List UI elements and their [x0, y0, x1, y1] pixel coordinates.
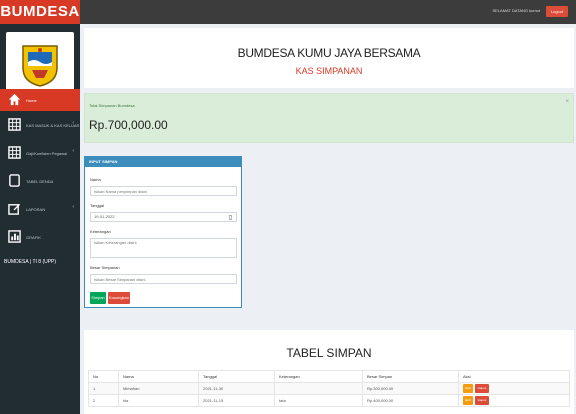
table-title: TABEL SIMPAN: [286, 346, 372, 360]
total-simpanan-alert: Total Simpanan Bumdesa Rp.700,000.00 ×: [84, 93, 574, 143]
total-value: Rp.700,000.00: [89, 118, 168, 132]
tabel-simpan-section: TABEL SIMPAN No Nama Tanggal Keterangan …: [84, 330, 574, 414]
sidebar-item-label: GRAFIK: [26, 235, 41, 240]
delete-button[interactable]: Hapus: [475, 396, 489, 405]
edit-icon: [8, 203, 21, 215]
cell-keterangan: [274, 382, 363, 395]
input-simpan-form: INPUT SIMPAN Nama Tanggal 19-01-2022 ▯ K…: [84, 156, 242, 308]
cell-tanggal: 2021-11-30: [198, 382, 275, 395]
logout-button[interactable]: Logout: [546, 6, 568, 17]
table-header-row: No Nama Tanggal Keterangan Besar Simpan …: [88, 370, 570, 383]
total-label: Total Simpanan Bumdesa: [89, 103, 135, 108]
besar-label: Besar Simpanan: [90, 265, 120, 270]
simpan-button[interactable]: Simpan: [90, 292, 106, 304]
cell-aksi: Edit Hapus: [458, 394, 570, 407]
cell-no: 2: [88, 394, 119, 407]
keterangan-label: Keterangan: [90, 229, 111, 234]
sidebar-item-label: TABEL DENDA: [26, 179, 54, 184]
column-header: Aksi: [458, 370, 570, 383]
sidebar-item-label: Gaji/Koefisien Pegawai: [26, 151, 68, 156]
cell-no: 1: [88, 382, 119, 395]
cell-nama: Mimahan: [118, 382, 199, 395]
nama-input[interactable]: [90, 186, 237, 196]
sidebar-item-kas[interactable]: KAS MASUK & KAS KELUAR ‹: [0, 114, 80, 136]
tanggal-label: Tanggal: [90, 203, 105, 208]
tanggal-value: 19-01-2022: [94, 214, 115, 219]
delete-button[interactable]: Hapus: [475, 384, 489, 393]
cell-keterangan: tata: [274, 394, 363, 407]
sidebar-item-label: Home: [26, 98, 37, 103]
sidebar-item-grafik[interactable]: GRAFIK: [0, 226, 80, 248]
keterangan-textarea[interactable]: [90, 238, 237, 258]
emblem-icon: [22, 45, 58, 87]
form-title: INPUT SIMPAN: [85, 157, 241, 167]
sidebar-item-denda[interactable]: TABEL DENDA: [0, 170, 80, 192]
table-icon: [8, 118, 21, 131]
sidebar-footer: BUMDESA | TI 8 (UPP): [4, 259, 57, 265]
kosongkan-button[interactable]: Kosongkan: [108, 292, 130, 304]
column-header: Tanggal: [198, 370, 275, 383]
doc-icon: [9, 174, 20, 187]
sidebar-item-home[interactable]: Home: [0, 89, 80, 111]
tanggal-input[interactable]: 19-01-2022 ▯: [90, 212, 237, 222]
chevron-left-icon: ‹: [72, 204, 74, 210]
sidebar-item-laporan[interactable]: LAPORAN ‹: [0, 198, 80, 220]
sidebar-item-gaji[interactable]: Gaji/Koefisien Pegawai ‹: [0, 142, 80, 164]
table-icon: [8, 146, 21, 159]
table-row: 1 Mimahan 2021-11-30 Rp.300,000.00 Edit H…: [88, 382, 570, 395]
cell-aksi: Edit Hapus: [458, 382, 570, 395]
column-header: Nama: [118, 370, 199, 383]
chevron-left-icon: ‹: [72, 148, 74, 154]
simpan-table: No Nama Tanggal Keterangan Besar Simpan …: [88, 370, 570, 407]
page-title: KAS SIMPANAN: [295, 66, 363, 76]
sidebar-item-label: LAPORAN: [26, 207, 46, 212]
calendar-icon[interactable]: ▯: [229, 214, 232, 222]
sidebar: Home KAS MASUK & KAS KELUAR ‹ Gaji/Koefi…: [0, 24, 80, 414]
close-icon[interactable]: ×: [565, 99, 569, 105]
cell-besar: Rp.400,000.00: [362, 394, 459, 407]
edit-button[interactable]: Edit: [463, 396, 473, 405]
cell-tanggal: 2021-11-15: [198, 394, 275, 407]
chart-icon: [8, 230, 21, 243]
nama-label: Nama: [90, 177, 101, 182]
top-navbar: BUMDESA SELAMAT DATANG kumut Logout: [0, 0, 576, 24]
welcome-text: SELAMAT DATANG kumut: [492, 8, 541, 13]
company-title: BUMDESA KUMU JAYA BERSAMA: [237, 46, 421, 60]
page-header: BUMDESA KUMU JAYA BERSAMA KAS SIMPANAN: [84, 28, 574, 88]
brand-logo-text[interactable]: BUMDESA: [0, 0, 80, 24]
edit-button[interactable]: Edit: [463, 384, 473, 393]
chevron-left-icon: ‹: [72, 120, 74, 126]
column-header: Keterangan: [274, 370, 363, 383]
table-row: 2 ida 2021-11-15 tata Rp.400,000.00 Edit…: [88, 394, 570, 407]
column-header: No: [88, 370, 119, 383]
column-header: Besar Simpan: [362, 370, 459, 383]
cell-besar: Rp.300,000.00: [362, 382, 459, 395]
besar-simpanan-input[interactable]: [90, 274, 237, 284]
home-icon: [8, 93, 21, 106]
cell-nama: ida: [118, 394, 199, 407]
